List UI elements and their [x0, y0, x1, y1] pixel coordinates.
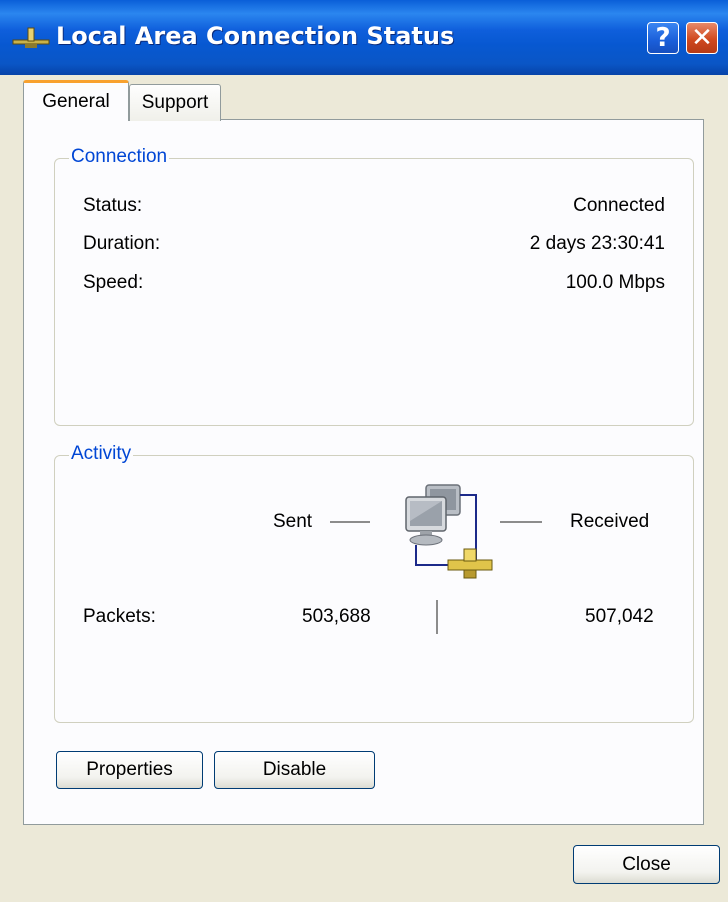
tab-general[interactable]: General: [23, 80, 129, 121]
network-computers-icon: [405, 484, 493, 579]
packets-label: Packets:: [83, 606, 156, 627]
sent-connector-line: [330, 521, 370, 523]
connection-group-title: Connection: [69, 146, 170, 168]
status-label: Status:: [83, 195, 143, 216]
packets-sent-value: 503,688: [302, 606, 371, 627]
speed-label: Speed:: [83, 272, 144, 293]
window-title: Local Area Connection Status: [56, 22, 455, 50]
network-connection-icon: [12, 27, 50, 48]
speed-value: 100.0 Mbps: [565, 272, 665, 293]
received-connector-line: [500, 521, 542, 523]
tab-support[interactable]: Support: [129, 84, 221, 121]
activity-group: Activity Sent Received Packets: 503,688 …: [54, 443, 694, 723]
duration-value: 2 days 23:30:41: [529, 233, 665, 254]
properties-button[interactable]: Properties: [56, 751, 203, 789]
title-bar[interactable]: Local Area Connection Status ? ✕: [0, 0, 728, 75]
sent-label: Sent: [273, 511, 313, 532]
connection-status-dialog: Local Area Connection Status ? ✕ General…: [0, 0, 728, 902]
packets-received-value: 507,042: [585, 606, 654, 627]
help-button[interactable]: ?: [647, 22, 679, 54]
activity-group-title: Activity: [69, 443, 134, 465]
connection-group: Connection Status: Connected Duration: 2…: [54, 146, 694, 426]
general-tab-panel: Connection Status: Connected Duration: 2…: [23, 119, 704, 825]
received-label: Received: [570, 511, 650, 532]
packets-divider: [436, 600, 438, 634]
close-window-button[interactable]: ✕: [686, 22, 718, 54]
status-value: Connected: [573, 195, 665, 216]
disable-button[interactable]: Disable: [214, 751, 375, 789]
close-button[interactable]: Close: [573, 845, 720, 884]
duration-label: Duration:: [83, 233, 161, 254]
